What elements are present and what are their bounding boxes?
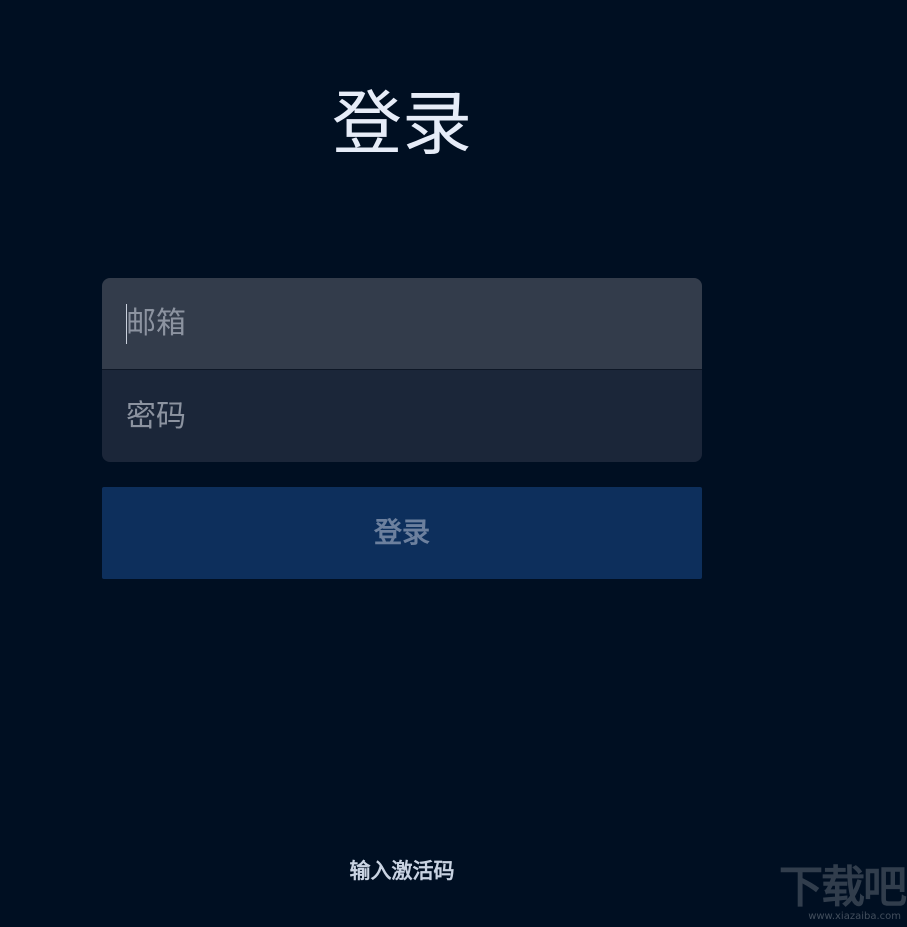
watermark-url: www.xiazaiba.com [808, 911, 901, 922]
email-input[interactable] [102, 278, 702, 369]
login-button[interactable]: 登录 [102, 487, 702, 579]
email-field-container [102, 278, 702, 370]
login-form [102, 278, 702, 462]
enter-activation-code-link[interactable]: 输入激活码 [102, 855, 702, 887]
page-title: 登录 [332, 83, 472, 165]
watermark: 下载吧 www.xiazaiba.com [773, 862, 907, 923]
watermark-logo: 下载吧 [779, 862, 907, 913]
password-field-container [102, 370, 702, 462]
text-cursor [126, 304, 127, 344]
password-input[interactable] [102, 370, 702, 462]
